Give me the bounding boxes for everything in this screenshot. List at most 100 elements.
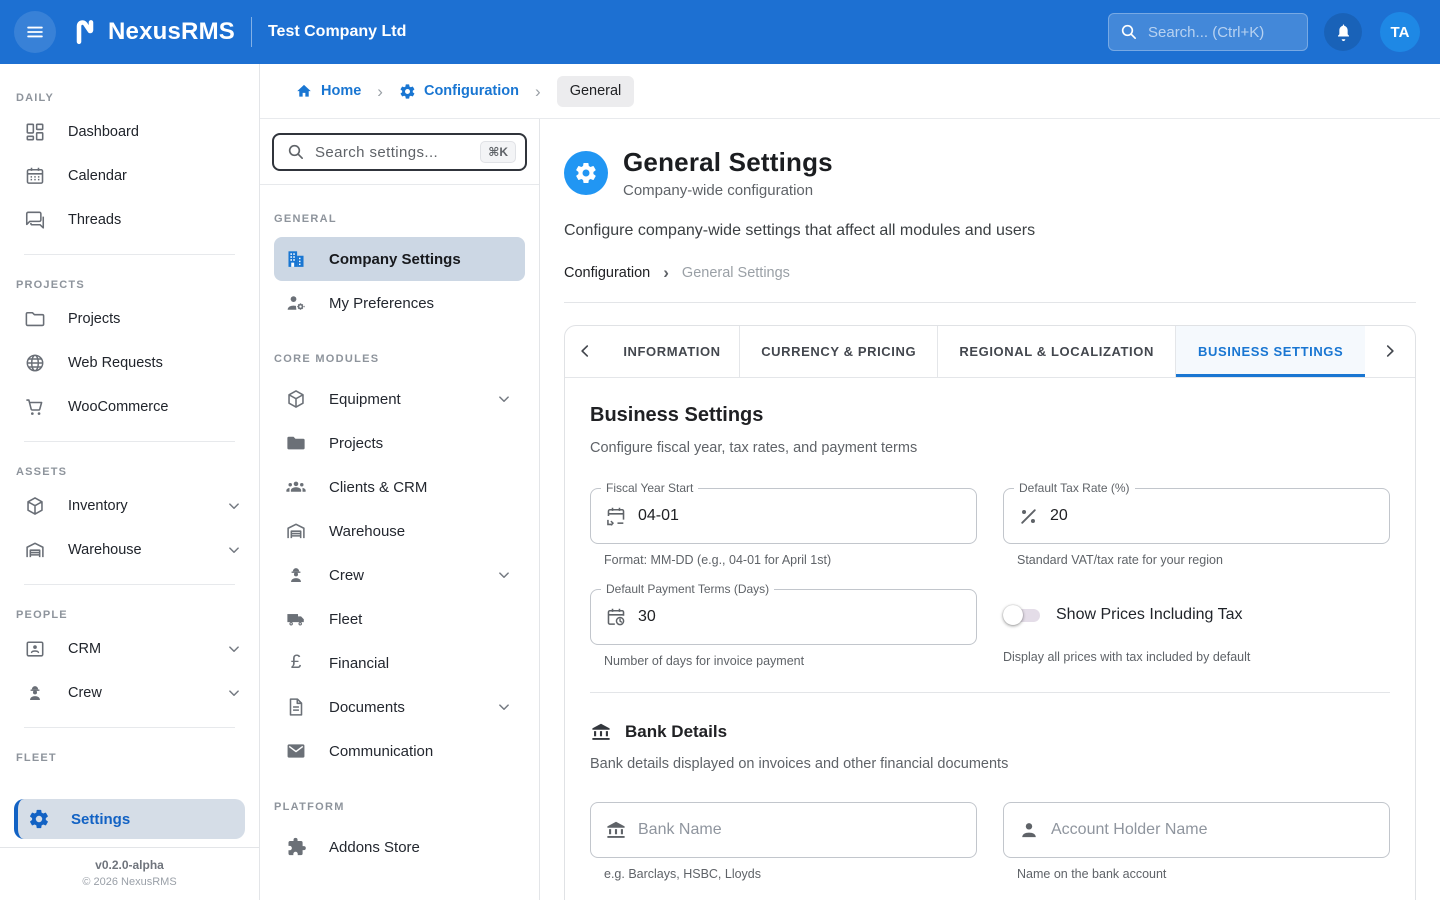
tab-information[interactable]: INFORMATION <box>605 326 740 377</box>
sidebar-bottom: Settings v0.2.0-alpha © 2026 NexusRMS <box>0 791 259 900</box>
worker-icon <box>24 682 46 704</box>
app-logo[interactable]: NexusRMS <box>72 16 235 48</box>
worker-icon <box>285 564 307 586</box>
page-breadcrumb: Configuration › General Settings <box>564 264 1416 281</box>
sidebar-section-assets: ASSETS Inventory Warehouse <box>0 442 259 572</box>
globe-icon <box>24 352 46 374</box>
logo-n-icon <box>72 16 98 48</box>
sidebar-item-warehouse[interactable]: Warehouse <box>0 528 259 572</box>
tax-rate-field[interactable]: Default Tax Rate (%) <box>1003 488 1390 544</box>
global-search[interactable] <box>1108 13 1308 51</box>
tabs-scroll-right-button[interactable] <box>1365 326 1415 377</box>
bank-details-header: Bank Details <box>590 721 1390 743</box>
sidebar-item-calendar[interactable]: Calendar <box>0 154 259 198</box>
sidebar-item-settings[interactable]: Settings <box>14 799 245 839</box>
settings-nav-clients-crm[interactable]: Clients & CRM <box>274 465 525 509</box>
calendar-icon <box>24 165 46 187</box>
user-avatar[interactable]: TA <box>1380 12 1420 52</box>
copyright: © 2026 NexusRMS <box>0 876 259 888</box>
section-label: GENERAL <box>260 185 539 237</box>
breadcrumb-separator: › <box>373 83 387 100</box>
app-version: v0.2.0-alpha <box>0 858 259 872</box>
settings-nav-addons-store[interactable]: Addons Store <box>274 825 525 869</box>
account-holder-field[interactable] <box>1003 802 1390 858</box>
gear-icon <box>28 808 50 830</box>
settings-nav-company-settings[interactable]: Company Settings <box>274 237 525 281</box>
account-holder-input[interactable] <box>1051 821 1375 839</box>
field-helper: e.g. Barclays, HSBC, Lloyds <box>604 867 977 881</box>
app-bar: NexusRMS Test Company Ltd TA <box>0 0 1440 64</box>
sidebar-item-crm[interactable]: CRM <box>0 627 259 671</box>
sidebar-item-dashboard[interactable]: Dashboard <box>0 110 259 154</box>
sidebar-section-daily: DAILY Dashboard Calendar Threads <box>0 68 259 242</box>
payment-terms-field-block: Default Payment Terms (Days) Number of d… <box>590 589 977 668</box>
bank-name-input[interactable] <box>638 821 962 839</box>
box-icon <box>285 388 307 410</box>
show-prices-including-tax-toggle[interactable]: Show Prices Including Tax <box>1003 604 1390 626</box>
sidebar-item-projects[interactable]: Projects <box>0 297 259 341</box>
tab-bar: INFORMATION CURRENCY & PRICING REGIONAL … <box>565 326 1415 378</box>
sidebar-section-fleet: FLEET <box>0 728 259 770</box>
tab-currency-pricing[interactable]: CURRENCY & PRICING <box>740 326 938 377</box>
settings-nav-documents[interactable]: Documents <box>274 685 525 729</box>
main-sidebar: DAILY Dashboard Calendar Threads PROJECT… <box>0 64 260 900</box>
section-label: CORE MODULES <box>260 325 539 377</box>
settings-search[interactable]: ⌘K <box>272 133 527 171</box>
chevron-down-icon <box>495 566 513 584</box>
page-description: Configure company-wide settings that aff… <box>564 222 1416 240</box>
bank-icon <box>590 721 612 743</box>
section-heading: Business Settings <box>590 404 1390 427</box>
chevron-down-icon <box>225 541 243 559</box>
chevron-down-icon <box>495 698 513 716</box>
page-subtitle: Company-wide configuration <box>623 182 833 199</box>
menu-button[interactable] <box>14 11 56 53</box>
tabs-scroll-left-button[interactable] <box>565 326 605 377</box>
chevron-right-icon <box>1381 342 1399 360</box>
settings-nav-my-preferences[interactable]: My Preferences <box>274 281 525 325</box>
settings-nav-equipment[interactable]: Equipment <box>274 377 525 421</box>
breadcrumb-configuration[interactable]: Configuration <box>399 83 519 100</box>
settings-nav-crew[interactable]: Crew <box>274 553 525 597</box>
breadcrumb-home[interactable]: Home <box>295 82 361 100</box>
sidebar-item-threads[interactable]: Threads <box>0 198 259 242</box>
settings-nav-financial[interactable]: £ Financial <box>274 641 525 685</box>
bank-name-field[interactable] <box>590 802 977 858</box>
settings-nav-communication[interactable]: Communication <box>274 729 525 773</box>
global-search-input[interactable] <box>1148 24 1297 41</box>
chat-icon <box>24 209 46 231</box>
sidebar-item-woocommerce[interactable]: WooCommerce <box>0 385 259 429</box>
warehouse-icon <box>24 539 46 561</box>
hamburger-icon <box>24 21 46 43</box>
gear-icon <box>574 161 598 185</box>
bell-icon <box>1333 22 1354 43</box>
notifications-button[interactable] <box>1324 13 1362 51</box>
sidebar-section-people: PEOPLE CRM Crew <box>0 585 259 715</box>
fiscal-year-field[interactable]: Fiscal Year Start <box>590 488 977 544</box>
page-breadcrumb-current: General Settings <box>682 265 790 281</box>
payment-terms-input[interactable] <box>638 608 962 626</box>
fiscal-year-input[interactable] <box>638 507 962 525</box>
puzzle-icon <box>285 836 307 858</box>
sidebar-item-inventory[interactable]: Inventory <box>0 484 259 528</box>
home-icon <box>295 82 313 100</box>
settings-nav-fleet[interactable]: Fleet <box>274 597 525 641</box>
person-gear-icon <box>285 292 307 314</box>
fiscal-year-field-block: Fiscal Year Start Format: MM-DD (e.g., 0… <box>590 488 977 567</box>
chevron-down-icon <box>225 640 243 658</box>
calendar-arrow-icon <box>605 505 627 527</box>
tab-regional-localization[interactable]: REGIONAL & LOCALIZATION <box>938 326 1176 377</box>
sidebar-item-crew[interactable]: Crew <box>0 671 259 715</box>
settings-search-input[interactable] <box>315 144 471 161</box>
tab-business-settings[interactable]: BUSINESS SETTINGS <box>1176 326 1365 377</box>
sidebar-section-projects: PROJECTS Projects Web Requests WooCommer… <box>0 255 259 429</box>
tax-rate-input[interactable] <box>1050 507 1375 525</box>
logo-text: NexusRMS <box>108 18 235 46</box>
settings-nav-projects[interactable]: Projects <box>274 421 525 465</box>
toggle-switch-off[interactable] <box>1003 604 1041 626</box>
payment-terms-field[interactable]: Default Payment Terms (Days) <box>590 589 977 645</box>
page-breadcrumb-parent[interactable]: Configuration <box>564 265 650 281</box>
settings-nav-warehouse[interactable]: Warehouse <box>274 509 525 553</box>
avatar-initials: TA <box>1391 24 1410 41</box>
chevron-down-icon <box>495 390 513 408</box>
sidebar-item-web-requests[interactable]: Web Requests <box>0 341 259 385</box>
